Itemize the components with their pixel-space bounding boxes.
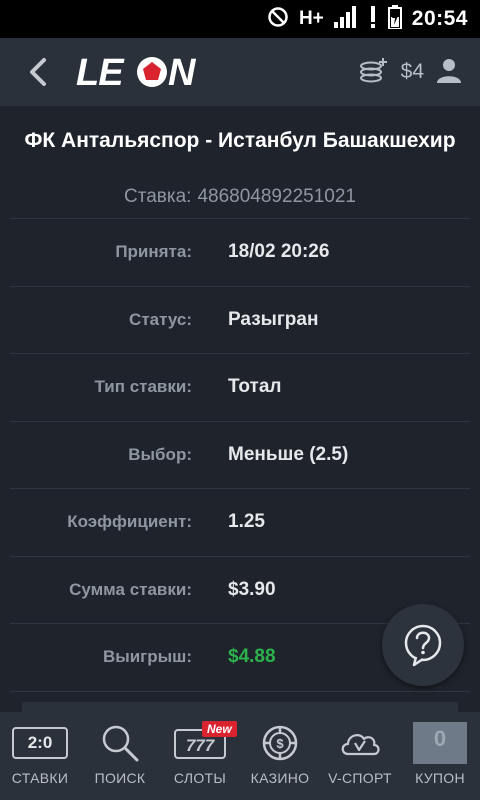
winnings-value: $4.88	[228, 646, 276, 668]
svg-text:N: N	[168, 52, 197, 92]
row-value: Разыгран	[228, 308, 319, 330]
row-odds: Коэффициент: 1.25	[10, 489, 470, 557]
help-button[interactable]	[382, 604, 464, 686]
bet-id: Ставка: 486804892251021	[0, 176, 480, 218]
nav-label: СТАВКИ	[11, 770, 69, 786]
row-value: 18/02 20:26	[228, 241, 330, 263]
logo-wordmark: LE N	[76, 52, 197, 92]
search-icon	[102, 725, 139, 762]
back-arrow-icon	[30, 58, 46, 86]
bottom-nav: 2:0 СТАВКИ ПОИСК 777 New СЛОТЫ $ КАЗИНО …	[0, 712, 480, 800]
bet-id-value: 486804892251021	[197, 186, 356, 207]
row-label: Сумма ставки:	[69, 579, 192, 599]
network-type: H+	[298, 8, 324, 29]
coupon-count: 0	[413, 722, 467, 764]
leon-logo[interactable]: LE N	[76, 50, 202, 94]
nav-casino[interactable]: $ КАЗИНО	[240, 712, 320, 800]
nav-slots[interactable]: 777 New СЛОТЫ	[160, 712, 240, 800]
score-icon: 2:0	[12, 727, 68, 759]
nav-coupon[interactable]: 0 КУПОН	[400, 712, 480, 800]
balance-area[interactable]: $4	[359, 54, 462, 90]
nav-label: ПОИСК	[94, 770, 146, 786]
row-value: 1.25	[228, 511, 265, 533]
app-header: LE N $4	[0, 38, 480, 106]
status-icons: H+ 20:54	[267, 0, 468, 38]
nav-label: V-СПОРТ	[328, 770, 392, 786]
slots-icon-text: 777	[186, 736, 216, 755]
svg-text:LE: LE	[76, 52, 125, 92]
balance-amount: $4	[400, 60, 424, 83]
battery-charging-icon	[387, 4, 402, 34]
nav-label: СЛОТЫ	[173, 770, 227, 786]
nav-vsport[interactable]: V-СПОРТ	[320, 712, 400, 800]
nav-bets[interactable]: 2:0 СТАВКИ	[0, 712, 80, 800]
signal-icon-2	[370, 5, 378, 33]
row-status: Статус: Разыгран	[10, 287, 470, 354]
match-title: ФК Антальяспор - Истанбул Башакшехир	[24, 129, 456, 152]
bet-id-label: Ставка:	[124, 186, 192, 207]
help-bubble-icon	[404, 624, 442, 667]
row-label: Коэффициент:	[67, 512, 192, 532]
row-value: Тотал	[228, 376, 282, 398]
row-selection: Выбор: Меньше (2.5)	[10, 422, 470, 489]
casino-chip-icon: $	[262, 725, 298, 761]
row-value: Меньше (2.5)	[228, 443, 349, 465]
status-bar: H+ 20:54	[0, 0, 480, 38]
row-label: Тип ставки:	[94, 377, 192, 397]
back-button[interactable]	[20, 54, 56, 90]
row-value: $3.90	[228, 578, 276, 600]
row-bet-type: Тип ставки: Тотал	[10, 354, 470, 422]
nav-search[interactable]: ПОИСК	[80, 712, 160, 800]
signal-icon	[333, 5, 360, 33]
new-badge: New	[202, 721, 237, 737]
coins-add-icon[interactable]	[359, 56, 389, 89]
nav-label: КУПОН	[415, 770, 465, 786]
row-label: Выбор:	[128, 444, 192, 464]
svg-text:$: $	[276, 736, 284, 751]
nav-label: КАЗИНО	[250, 770, 310, 786]
row-label: Выигрыш:	[102, 647, 192, 667]
row-accepted: Принята: 18/02 20:26	[10, 219, 470, 287]
row-label: Статус:	[129, 309, 192, 329]
user-icon[interactable]	[436, 57, 462, 88]
cloud-icon	[341, 734, 380, 756]
row-label: Принята:	[115, 242, 192, 262]
status-time: 20:54	[411, 7, 468, 30]
do-not-disturb-icon	[267, 6, 289, 33]
